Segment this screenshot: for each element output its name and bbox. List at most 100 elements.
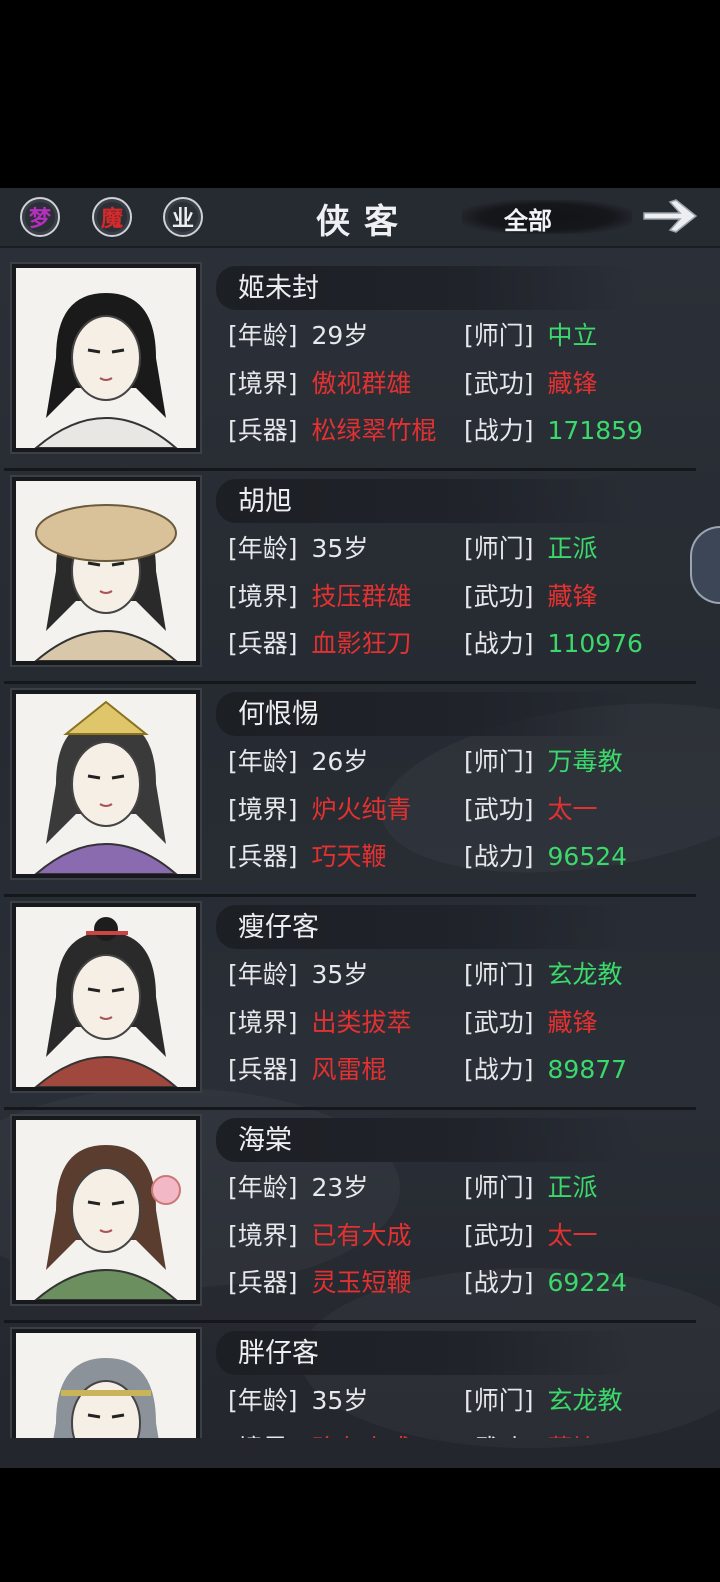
sect-value: 万毒教 [547,747,623,776]
skill-value: 太一 [547,795,598,824]
sect-label: [师门] [464,321,534,350]
skill-label: [武功] [464,1434,534,1438]
hero-name: 胡旭 [238,486,292,517]
age-label: [年龄] [228,1386,298,1415]
hero-name: 胖仔客 [238,1338,319,1369]
weapon-label: [兵器] [228,842,298,871]
realm-value: 略有小成 [312,1434,412,1438]
sect-row: [师门] 正派 [464,529,598,565]
realm-value: 已有大成 [311,1221,412,1250]
weapon-row: [兵器] 巧天鞭 [228,837,387,873]
category-filter[interactable]: 全部 [462,200,632,235]
hero-portrait[interactable] [12,1329,200,1438]
filter-dream-label: 梦 [28,206,51,232]
realm-row: [境界] 技压群雄 [228,577,412,613]
weapon-label: [兵器] [228,416,298,445]
realm-value: 出类拔萃 [311,1008,412,1037]
filter-dream-button[interactable]: 梦 [20,197,60,237]
skill-label: [武功] [464,369,534,398]
age-value: 35岁 [311,534,369,563]
realm-row: [境界] 傲视群雄 [228,364,412,400]
weapon-value: 血影狂刀 [311,629,412,658]
weapon-value: 巧天鞭 [311,842,387,871]
filter-demon-button[interactable]: 魔 [92,197,132,237]
hero-name: 何恨惕 [238,699,319,730]
hero-portrait[interactable] [12,1116,200,1304]
power-label: [战力] [464,1268,534,1297]
hero-portrait[interactable] [12,264,200,452]
age-label: [年龄] [228,960,298,989]
sect-value: 玄龙教 [547,1386,623,1415]
realm-row: [境界] 已有大成 [228,1216,412,1252]
power-value: 171859 [547,416,643,445]
sect-value: 正派 [547,534,598,563]
category-filter-value: 全部 [504,206,552,235]
sect-row: [师门] 玄龙教 [464,955,623,991]
sect-value: 正派 [547,1173,598,1202]
realm-row: [境界] 炉火纯青 [228,790,412,826]
hero-portrait[interactable] [12,477,200,665]
weapon-row: [兵器] 松绿翠竹棍 [228,411,437,447]
power-value: 96524 [547,842,628,871]
hero-portrait[interactable] [12,903,200,1091]
skill-row: [武功] 太一 [464,1216,598,1252]
age-label: [年龄] [228,321,298,350]
sect-label: [师门] [464,1173,534,1202]
hero-list[interactable]: 姬未封 [年龄] 29岁 [师门] 中立 [境界] 傲视群雄 [武功] 藏锋 [兵器] 松… [0,258,720,1438]
realm-row: [境界] 出类拔萃 [228,1003,412,1039]
realm-value: 傲视群雄 [311,369,412,398]
sect-row: [师门] 玄龙教 [464,1381,623,1417]
age-row: [年龄] 35岁 [228,955,368,991]
filter-karma-label: 业 [171,206,194,232]
portrait-drawing [16,907,196,1087]
skill-label: [武功] [464,1221,534,1250]
hero-card[interactable]: 瘦仔客 [年龄] 35岁 [师门] 玄龙教 [境界] 出类拔萃 [武功] 藏锋 [兵器]… [0,897,700,1110]
power-label: [战力] [464,629,534,658]
age-row: [年龄] 29岁 [228,316,368,352]
portrait-drawing [16,481,196,661]
realm-row: [境界] 略有小成 [228,1429,412,1438]
power-value: 89877 [547,1055,628,1084]
filter-karma-button[interactable]: 业 [163,197,203,237]
age-value: 26岁 [311,747,369,776]
hero-name: 海棠 [238,1125,292,1156]
power-row: [战力] 96524 [464,837,627,873]
arrow-right-icon[interactable] [640,196,700,236]
sect-row: [师门] 正派 [464,1168,598,1204]
hero-card[interactable]: 胖仔客 [年龄]35岁 [师门]玄龙教 [境界]略有小成 [武功]藏锋 [兵器]… [0,1323,700,1438]
hero-name: 姬未封 [238,273,319,304]
age-row: [年龄] 35岁 [228,529,368,565]
skill-value: 藏锋 [548,1434,598,1438]
skill-label: [武功] [464,582,534,611]
age-row: [年龄] 26岁 [228,742,368,778]
age-row: [年龄] 35岁 [228,1381,368,1417]
power-row: [战力] 110976 [464,624,643,660]
hero-card[interactable]: 胡旭 [年龄] 35岁 [师门] 正派 [境界] 技压群雄 [武功] 藏锋 [兵器] 血影… [0,471,700,684]
skill-row: [武功] 藏锋 [464,577,598,613]
portrait-drawing [16,1120,196,1300]
age-value: 35岁 [311,960,369,989]
sect-label: [师门] [464,747,534,776]
weapon-label: [兵器] [228,1055,298,1084]
age-label: [年龄] [228,1173,298,1202]
power-row: [战力] 69224 [464,1263,627,1299]
power-value: 110976 [547,629,643,658]
weapon-label: [兵器] [228,1268,298,1297]
weapon-value: 松绿翠竹棍 [311,416,437,445]
hero-card[interactable]: 何恨惕 [年龄] 26岁 [师门] 万毒教 [境界] 炉火纯青 [武功] 太一 [兵器]… [0,684,700,897]
skill-value: 藏锋 [547,369,598,398]
skill-row: [武功] 藏锋 [464,1003,598,1039]
header-bar: 梦 魔 业 侠客 全部 [0,188,720,248]
hero-card[interactable]: 姬未封 [年龄] 29岁 [师门] 中立 [境界] 傲视群雄 [武功] 藏锋 [兵器] 松… [0,258,700,471]
hero-portrait[interactable] [12,690,200,878]
skill-value: 藏锋 [547,582,598,611]
skill-value: 藏锋 [547,1008,598,1037]
weapon-label: [兵器] [228,629,298,658]
power-value: 69224 [547,1268,628,1297]
weapon-value: 灵玉短鞭 [311,1268,412,1297]
weapon-row: [兵器] 灵玉短鞭 [228,1263,412,1299]
weapon-row: [兵器] 血影狂刀 [228,624,412,660]
realm-label: [境界] [228,1008,298,1037]
hero-card[interactable]: 海棠 [年龄] 23岁 [师门] 正派 [境界] 已有大成 [武功] 太一 [兵器] 灵玉… [0,1110,700,1323]
skill-value: 太一 [547,1221,598,1250]
